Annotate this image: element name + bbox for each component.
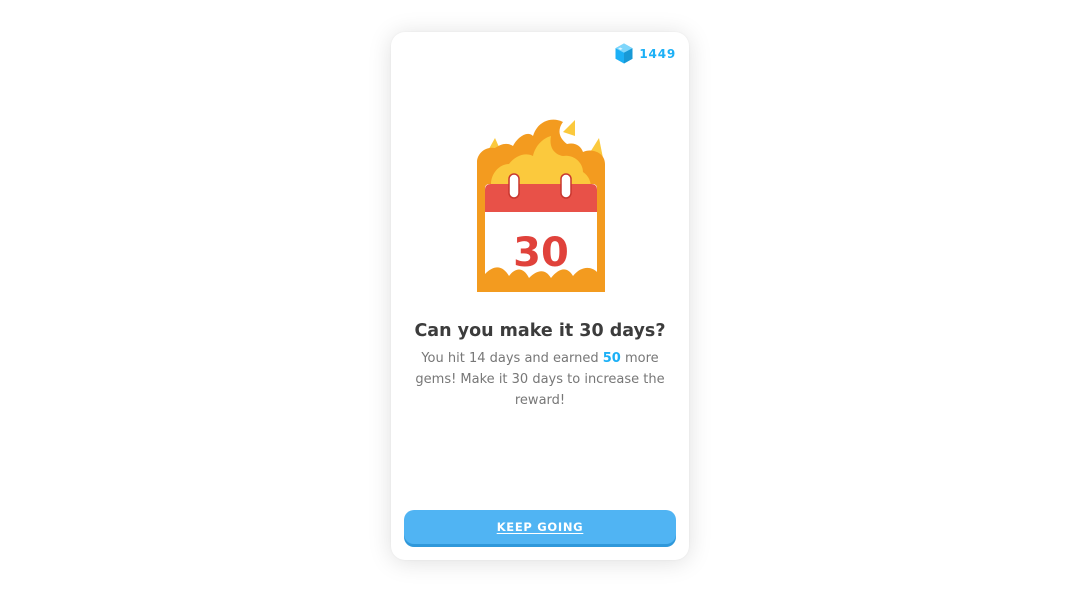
reward-message-prefix: You hit 14 days and earned bbox=[421, 351, 603, 366]
screen: 1449 30 Can you make it 30 days? You hit… bbox=[0, 0, 1080, 592]
gem-counter[interactable]: 1449 bbox=[615, 43, 676, 64]
calendar-header bbox=[485, 184, 597, 212]
gems-earned-amount: 50 bbox=[602, 351, 621, 366]
reward-message: You hit 14 days and earned 50 more gems!… bbox=[413, 348, 667, 411]
flame-tip-top-right bbox=[563, 120, 575, 136]
gem-icon bbox=[615, 43, 633, 64]
streak-calendar-illustration: 30 bbox=[471, 116, 611, 298]
calendar-ring-left bbox=[508, 173, 520, 199]
gem-count: 1449 bbox=[639, 46, 676, 61]
calendar-ring-right bbox=[560, 173, 572, 199]
headline: Can you make it 30 days? bbox=[414, 321, 666, 341]
calendar-number: 30 bbox=[513, 230, 569, 276]
streak-reward-card: 1449 30 Can you make it 30 days? You hit… bbox=[391, 32, 689, 560]
keep-going-button[interactable]: KEEP GOING bbox=[404, 510, 676, 544]
streak-calendar-flame-icon: 30 bbox=[477, 119, 605, 292]
